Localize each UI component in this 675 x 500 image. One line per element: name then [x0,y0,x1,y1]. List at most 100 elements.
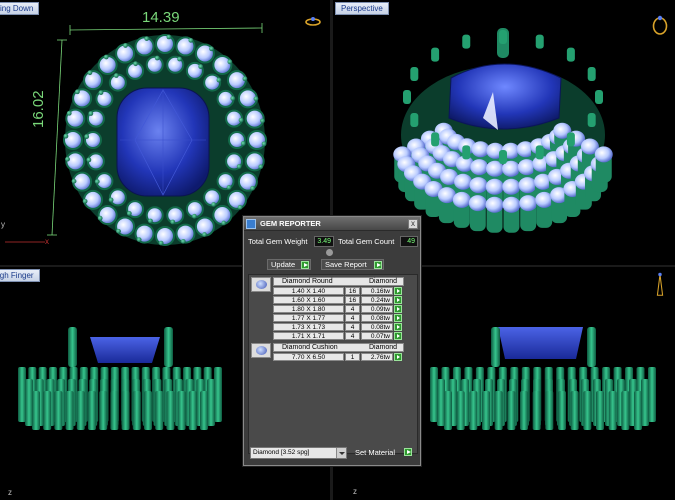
prong [240,141,246,146]
prong [94,179,100,185]
update-button[interactable]: Update [267,259,311,270]
ring-icon[interactable] [304,10,322,36]
prong [180,238,186,244]
halo-diamond [470,159,489,176]
center-stone [116,87,210,197]
gem-shape: Diamond Cushion [282,344,338,351]
gem-material: Diamond [369,278,398,285]
setting-collet [520,391,528,430]
select-gems-button[interactable] [394,296,402,304]
collapse-toggle[interactable] [326,249,333,256]
prong [66,110,72,116]
save-report-button[interactable]: Save Report [321,259,384,270]
setting-collet [456,391,465,430]
height-dimension: 16.02 [30,90,47,128]
select-gems-button[interactable] [394,353,402,361]
center-prong [491,327,500,367]
gem-weight: 0.08tw [361,323,393,331]
set-material-button[interactable]: Set Material [352,447,412,459]
gem-row: 7.70 X 6.50 1 2.76tw [273,353,414,361]
save-report-label: Save Report [325,260,367,269]
prong [410,112,419,127]
width-dimension: 14.39 [142,9,180,26]
prong [71,178,77,184]
halo-diamond [212,54,233,75]
halo-diamond [485,196,504,213]
center-prong [68,327,77,367]
setting-collet [570,391,579,430]
halo-diamond [175,223,196,244]
gem-shape: Diamond Round [282,278,333,285]
prong [499,150,507,164]
center-stone-side-right [498,327,583,359]
setting-collet [43,391,52,430]
viewport-label-perspective[interactable]: Perspective [335,2,389,15]
prong [535,34,544,49]
prong [88,111,94,116]
viewport-label-finger[interactable]: igh Finger [0,269,40,282]
halo-diamond [519,195,538,212]
setting-collet [121,391,130,430]
gem-count: 4 [345,323,360,331]
prong [226,185,232,190]
setting-collet [634,391,642,430]
gem-group-header: Diamond Round Diamond [273,277,404,286]
finger-ring-icon[interactable] [651,271,669,297]
halo-diamond [244,108,265,129]
prong [566,132,575,147]
gem-count: 4 [345,314,360,322]
setting-collet [99,391,108,430]
gem-size: 1.77 X 1.77 [273,314,344,322]
prong [216,77,222,83]
setting-collet [437,379,445,426]
play-icon [301,261,309,269]
gem-reporter-title: GEM REPORTER [260,219,321,228]
gem-list[interactable]: Diamond Round Diamond 1.40 X 1.40 16 0.16t… [248,274,418,454]
update-label: Update [271,260,296,269]
material-select[interactable]: Diamond [3.52 spg] [250,447,347,459]
setting-collet [558,391,566,430]
prong [97,215,103,221]
prong [250,185,256,191]
prong [403,90,411,104]
select-gems-button[interactable] [394,332,402,340]
gem-reporter-titlebar[interactable]: GEM REPORTER x [244,217,420,231]
prong [230,95,236,101]
halo-diamond [502,196,521,213]
gem-reporter-app-icon [246,219,256,229]
prong [462,145,471,160]
prong [587,67,596,82]
gem-size: 7.70 X 6.50 [273,353,344,361]
halo-diamond [518,177,537,194]
setting-collet [608,391,617,430]
prong [86,157,92,163]
gem-reporter-window[interactable]: GEM REPORTER x Total Gem Weight 3.49 Tot… [243,216,421,466]
close-icon[interactable]: x [408,219,418,229]
prong [84,134,90,139]
select-gems-button[interactable] [394,287,402,295]
prong [126,211,132,216]
prong [202,232,207,237]
prong [227,59,233,65]
prong [258,164,264,170]
setting-collet [444,391,452,430]
setting-collet [144,391,152,430]
prong [63,133,69,139]
halo-diamond [63,130,83,150]
setting-collet [155,391,164,430]
ring-icon-perspective[interactable] [651,12,669,38]
setting-collet [621,391,630,430]
center-prong [164,327,173,367]
select-gems-button[interactable] [394,305,402,313]
setting-collet [641,379,649,426]
setting-collet [132,391,141,430]
select-gems-button[interactable] [394,323,402,331]
select-gems-button[interactable] [394,314,402,322]
gem-row: 1.73 X 1.73 4 0.08tw [273,323,414,331]
total-count-label: Total Gem Count [338,237,395,246]
viewport-label-top-down[interactable]: ing Down [0,2,40,15]
setting-collet [469,391,478,430]
setting-collet [507,391,516,430]
setting-collet [76,391,85,430]
play-icon [404,448,412,456]
